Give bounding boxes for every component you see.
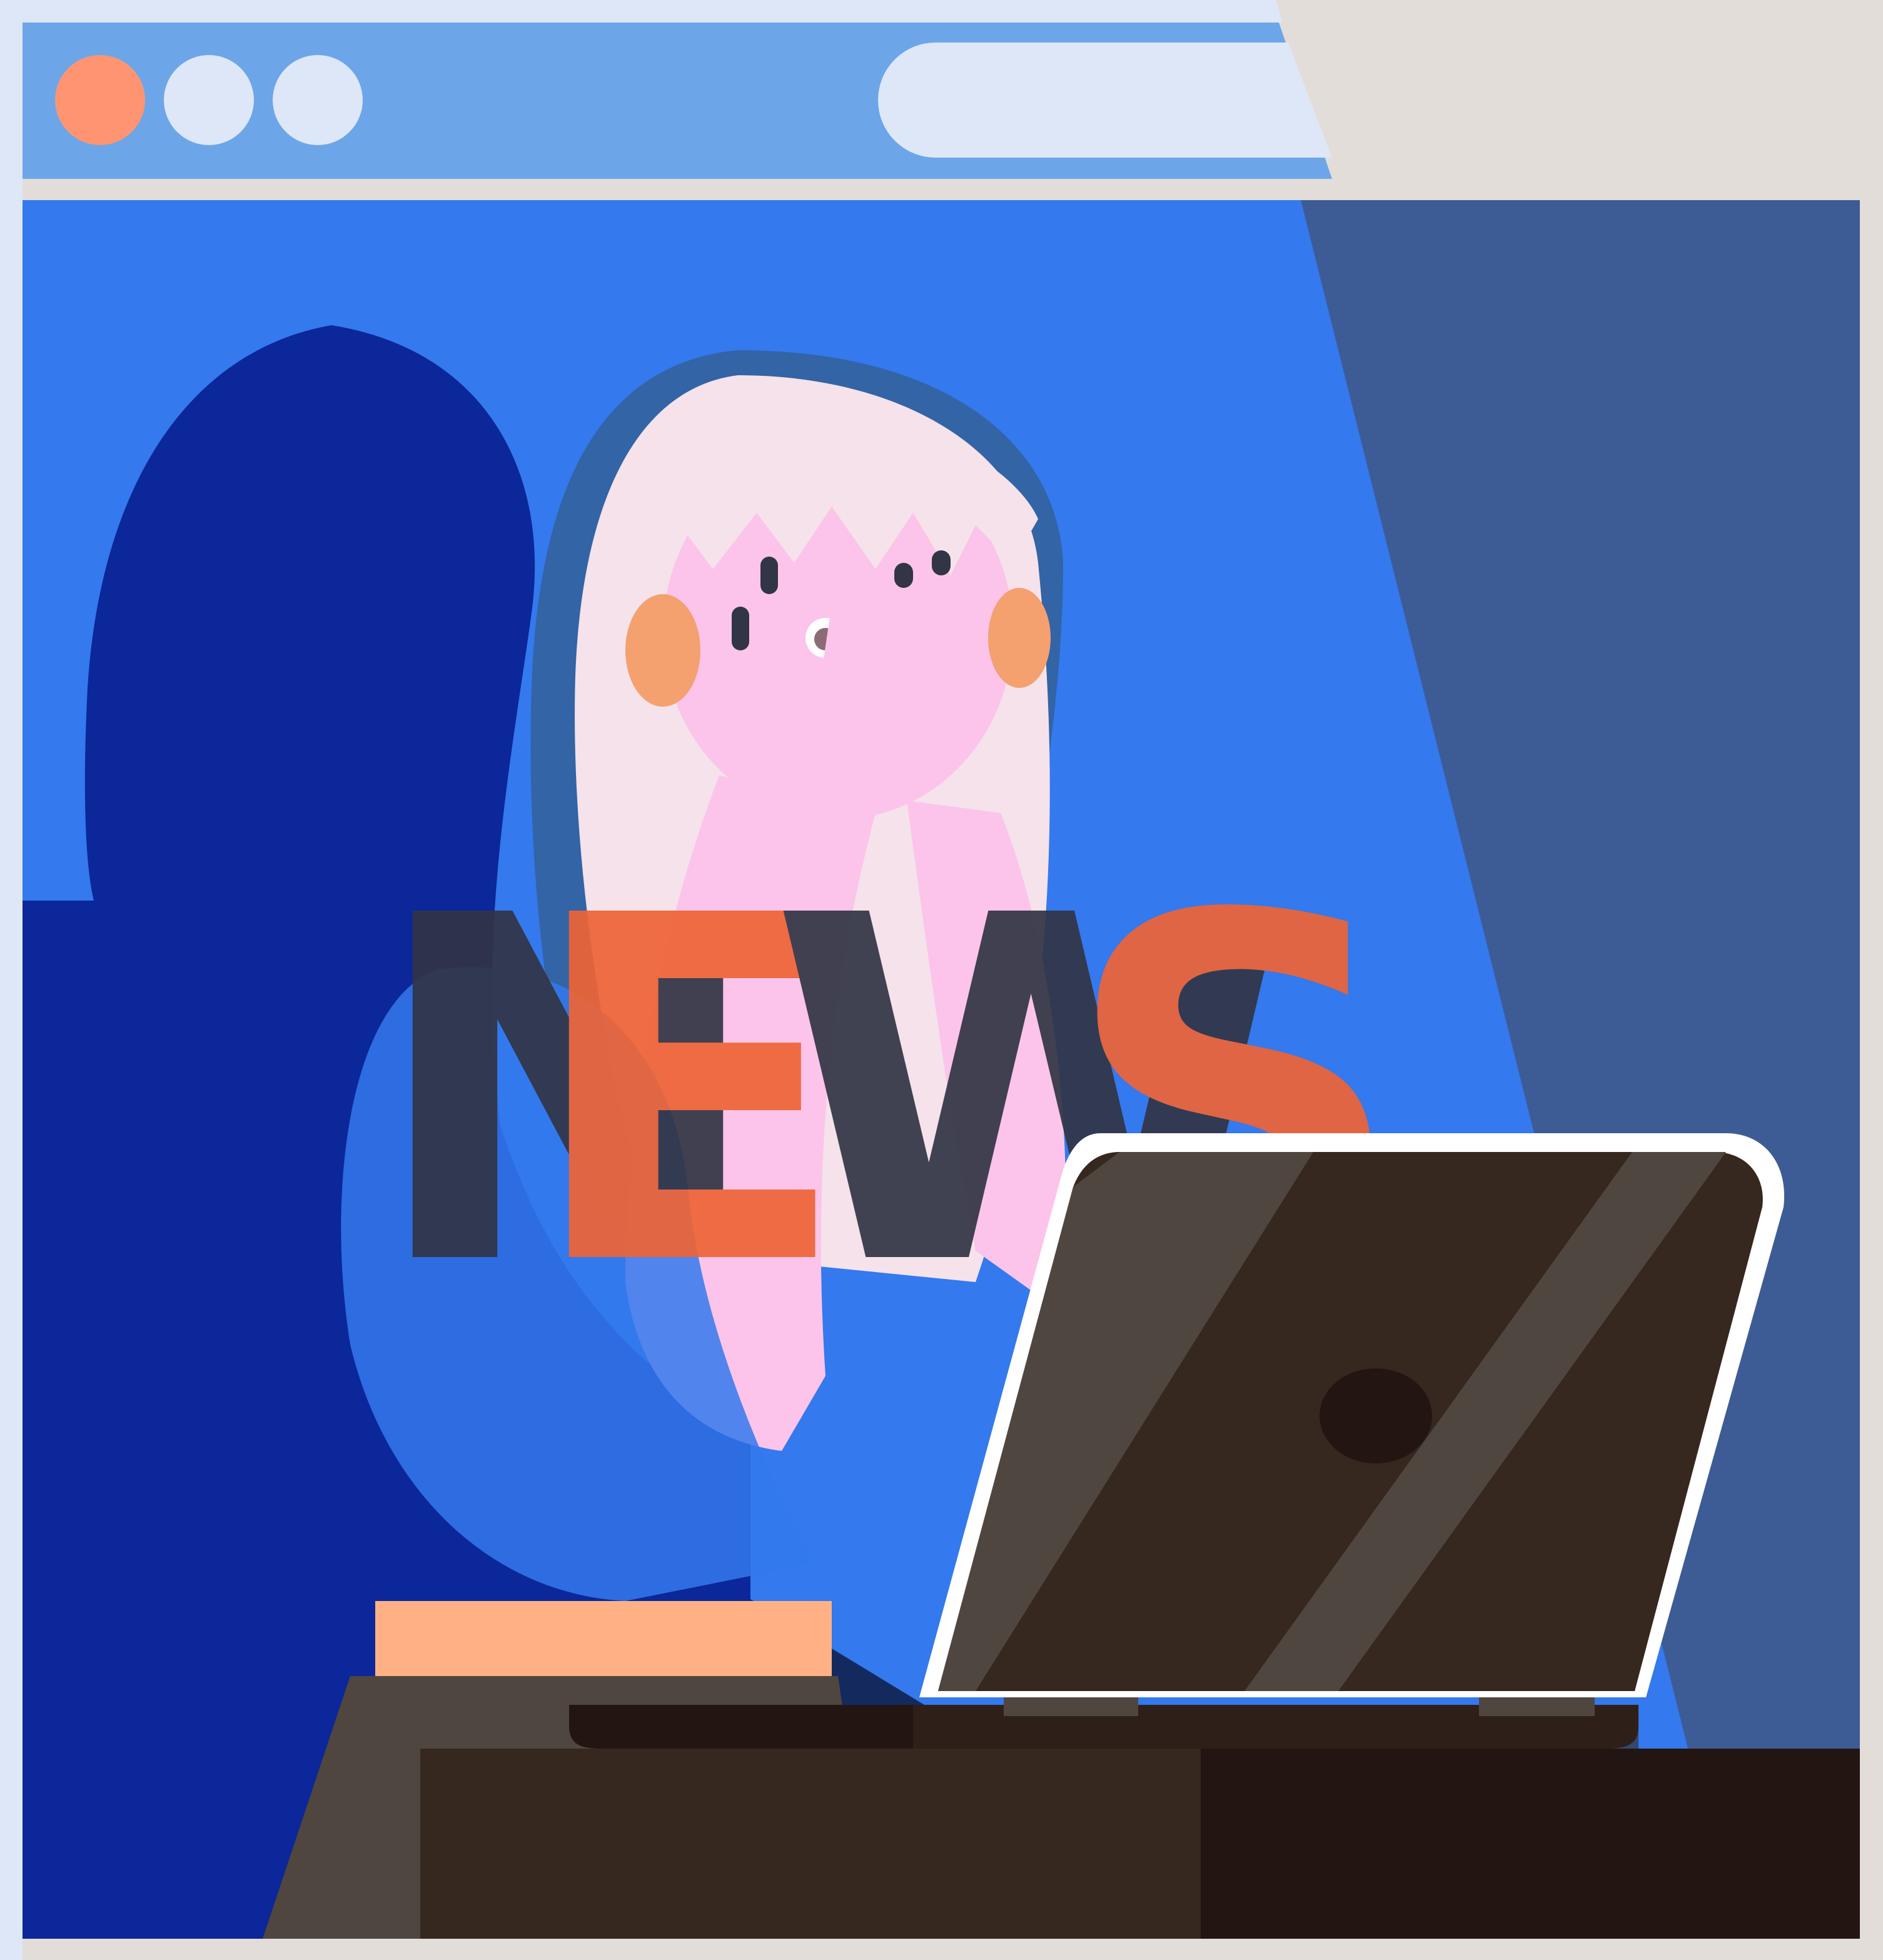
minimize-button[interactable] — [164, 55, 254, 145]
right-ear — [988, 588, 1051, 688]
desk — [420, 1749, 1860, 1939]
browser-window-illustration: N E W S — [0, 0, 1883, 1960]
frame-left-edge — [0, 179, 23, 1960]
title-bar — [23, 23, 1860, 179]
close-button[interactable] — [55, 55, 145, 145]
left-ear — [625, 594, 700, 707]
maximize-button[interactable] — [273, 55, 363, 145]
address-bar-shade — [1288, 43, 1827, 158]
laptop-logo — [1320, 1368, 1432, 1463]
